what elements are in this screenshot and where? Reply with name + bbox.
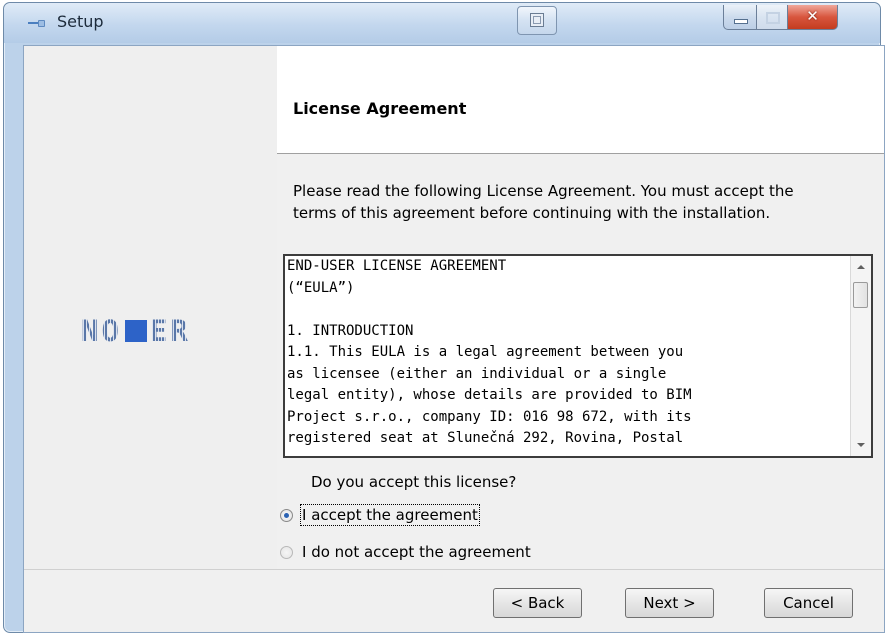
radio-decline-label[interactable]: I do not accept the agreement (302, 543, 531, 561)
cancel-button[interactable]: Cancel (764, 588, 853, 618)
dialog-client-area: NO ER License Agreement Please read the … (23, 45, 885, 633)
radio-accept-label[interactable]: I accept the agreement (300, 504, 480, 526)
close-icon: ✕ (806, 7, 819, 25)
window-title: Setup (57, 12, 104, 31)
eula-scrollbar[interactable] (850, 256, 871, 456)
page-title: License Agreement (293, 99, 467, 118)
scroll-up-icon[interactable] (857, 265, 865, 269)
logo-square-icon (124, 320, 147, 342)
radio-decline-button[interactable] (280, 545, 293, 559)
back-button[interactable]: < Back (493, 588, 582, 618)
app-icon-bar (28, 22, 38, 24)
intro-line-2: terms of this agreement before continuin… (293, 204, 771, 222)
logo-text-start: NO (81, 314, 122, 348)
setup-app-icon[interactable] (28, 20, 45, 27)
maximize-button[interactable] (757, 5, 788, 30)
logo-text-end: ER (149, 314, 191, 348)
next-button[interactable]: Next > (625, 588, 714, 618)
title-bar[interactable]: Setup ✕ (4, 3, 880, 43)
scroll-down-icon[interactable] (857, 443, 865, 447)
radio-decline[interactable]: I do not accept the agreement (280, 543, 531, 561)
close-button[interactable]: ✕ (788, 5, 838, 30)
radio-accept-button[interactable] (280, 508, 293, 522)
caption-buttons: ✕ (723, 5, 838, 31)
minimize-button[interactable] (723, 5, 757, 30)
nofer-logo: NO ER (81, 314, 191, 348)
eula-text: END-USER LICENSE AGREEMENT (“EULA”) 1. I… (287, 258, 692, 446)
branding-panel: NO ER (24, 46, 277, 569)
eula-textbox[interactable]: END-USER LICENSE AGREEMENT (“EULA”) 1. I… (283, 254, 873, 458)
glass-button[interactable] (517, 6, 557, 35)
footer-divider (24, 569, 884, 570)
intro-text: Please read the following License Agreem… (293, 180, 794, 224)
intro-line-1: Please read the following License Agreem… (293, 182, 794, 200)
accept-question: Do you accept this license? (311, 473, 517, 491)
monitor-icon (530, 13, 544, 27)
page-header: License Agreement (277, 46, 884, 154)
scroll-thumb[interactable] (853, 282, 868, 308)
setup-window: Setup ✕ NO ER License Agreement Please r… (3, 2, 885, 633)
app-icon-node (38, 20, 45, 27)
radio-accept[interactable]: I accept the agreement (280, 504, 480, 526)
